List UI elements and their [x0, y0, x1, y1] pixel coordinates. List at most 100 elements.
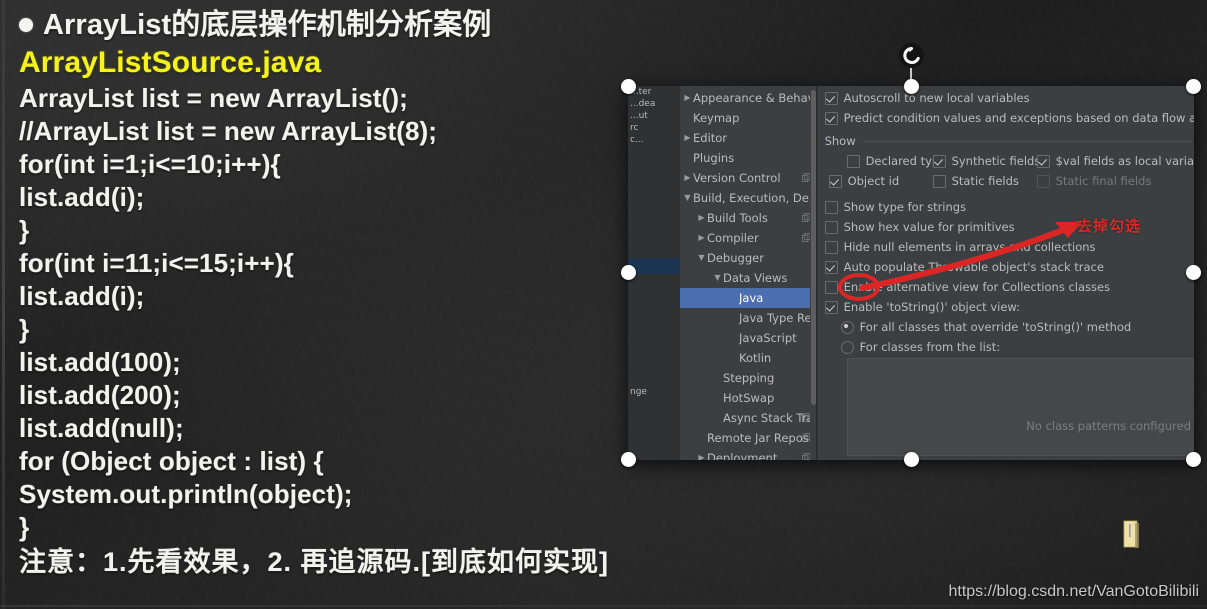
project-tree-item: nge	[630, 387, 647, 397]
radio-option-from-list[interactable]: For classes from the list:	[840, 337, 1194, 357]
radio-option-all-classes[interactable]: For all classes that override 'toString(…	[840, 317, 1194, 337]
option-hide-null[interactable]: Hide null elements in arrays and collect…	[824, 237, 1194, 257]
selection-handle-top-center[interactable]	[904, 79, 919, 94]
option-show-type-strings[interactable]: Show type for strings	[824, 197, 1194, 217]
radio-all-classes[interactable]	[840, 320, 854, 334]
selection-handle-bottom-right[interactable]	[1186, 452, 1201, 467]
radio-from-list[interactable]	[840, 340, 854, 354]
checkbox-object-id[interactable]	[828, 174, 842, 188]
code-line: for(int i=1;i<=10;i++){	[19, 149, 281, 179]
settings-nav-item[interactable]: HotSwap	[680, 388, 817, 408]
settings-nav-item-java[interactable]: Java	[680, 288, 817, 308]
option-object-id[interactable]: Object id	[828, 171, 933, 191]
code-line: //ArrayList list = new ArrayList(8);	[19, 116, 438, 146]
code-line: list.add(null);	[19, 413, 184, 443]
settings-nav-item[interactable]: ▶ Deployment	[680, 448, 817, 460]
chevron-right-icon: ▶	[684, 93, 691, 102]
settings-nav-label: Java Type Renderers	[739, 311, 817, 325]
checkbox-declared-type[interactable]	[846, 154, 860, 168]
option-synthetic-fields[interactable]: Synthetic fields	[932, 151, 1040, 171]
chevron-down-icon: ▼	[714, 273, 721, 282]
settings-nav-item[interactable]: ▶ Version Control	[680, 168, 817, 188]
option-label: Static final fields	[1055, 174, 1152, 188]
option-static-fields[interactable]: Static fields	[932, 171, 1037, 191]
option-enable-alternative-view[interactable]: Enable alternative view for Collections …	[824, 277, 1194, 297]
project-tree-item: ...ut	[630, 111, 648, 121]
option-enable-tostring[interactable]: Enable 'toString()' object view:	[824, 297, 1194, 317]
option-label: Object id	[847, 174, 900, 188]
option-predict[interactable]: Predict condition values and exceptions …	[824, 108, 1194, 128]
settings-nav-item[interactable]: Remote Jar Repositories	[680, 428, 817, 448]
option-label: Show type for strings	[843, 200, 967, 214]
selection-handle-middle-left[interactable]	[621, 265, 636, 280]
show-group-label: Show	[824, 134, 856, 148]
checkbox-static-final-fields	[1036, 174, 1050, 188]
option-label: $val fields as local variab	[1055, 154, 1194, 168]
option-val-fields[interactable]: $val fields as local variab	[1036, 151, 1194, 171]
settings-nav-item[interactable]: ▶ Editor	[680, 128, 817, 148]
board-left-frame	[2, 0, 5, 609]
show-group-header: Show	[825, 131, 1194, 151]
option-label: Synthetic fields	[951, 154, 1041, 168]
show-options-grid: Declared type Synthetic fields $val fiel…	[828, 151, 1194, 191]
settings-nav-label: Data Views	[723, 271, 788, 285]
selection-handle-bottom-center[interactable]	[904, 452, 919, 467]
checkbox-static-fields[interactable]	[932, 174, 946, 188]
debugger-java-options-pane[interactable]: Autoscroll to new local variables Predic…	[816, 86, 1194, 460]
show-options-row: Object id Static fields Static final fie…	[828, 171, 1194, 191]
checkbox-hide-null[interactable]	[824, 240, 838, 254]
selection-handle-middle-right[interactable]	[1186, 265, 1201, 280]
settings-nav-item[interactable]: Keymap	[680, 108, 817, 128]
settings-nav-item[interactable]: Plugins	[680, 148, 817, 168]
checkbox-show-type-strings[interactable]	[824, 200, 838, 214]
class-patterns-list[interactable]: No class patterns configured	[846, 358, 1194, 456]
checkbox-val-fields[interactable]	[1036, 154, 1050, 168]
settings-nav-item[interactable]: Async Stack Traces	[680, 408, 817, 428]
slide-bullet-title: ArrayList的底层操作机制分析案例	[19, 6, 639, 44]
settings-nav-item[interactable]: Stepping	[680, 368, 817, 388]
settings-nav-item[interactable]: ▼ Build, Execution, Deployment	[680, 188, 817, 208]
code-line: }	[19, 314, 30, 344]
settings-nav-label: Build, Execution, Deployment	[693, 191, 817, 205]
checkbox-enable-tostring[interactable]	[824, 300, 838, 314]
option-auto-populate[interactable]: Auto populate Throwable object's stack t…	[824, 257, 1194, 277]
settings-nav-item[interactable]: ▶ Build Tools	[680, 208, 817, 228]
code-line: }	[19, 215, 30, 245]
settings-nav-item[interactable]: Java Type Renderers	[680, 308, 817, 328]
project-tree-item	[628, 146, 680, 158]
checkbox-autoscroll[interactable]	[824, 91, 838, 105]
code-line: ArrayList list = new ArrayList();	[19, 83, 408, 113]
checkbox-enable-alternative-view[interactable]	[824, 280, 838, 294]
selection-handle-top-right[interactable]	[1186, 79, 1201, 94]
settings-dialog[interactable]: ▶ Appearance & Behavior Keymap ▶ Editor …	[680, 86, 1194, 460]
bullet-dot-icon	[19, 18, 33, 32]
settings-nav-item[interactable]: ▼ Data Views	[680, 268, 817, 288]
settings-nav-item[interactable]: JavaScript	[680, 328, 817, 348]
settings-nav-label: Keymap	[693, 111, 740, 125]
settings-nav-label: Java	[739, 291, 764, 305]
settings-nav-label: Appearance & Behavior	[693, 91, 817, 105]
project-tree-item	[628, 158, 680, 170]
checkbox-auto-populate[interactable]	[824, 260, 838, 274]
code-line: list.add(i);	[19, 182, 145, 212]
option-label: Enable 'toString()' object view:	[843, 300, 1021, 314]
settings-nav-item[interactable]: ▼ Debugger	[680, 248, 817, 268]
option-autoscroll[interactable]: Autoscroll to new local variables	[824, 88, 1194, 108]
option-declared-type[interactable]: Declared type	[846, 151, 946, 171]
rotate-icon[interactable]	[899, 43, 924, 68]
settings-nav-item[interactable]: ▶ Compiler	[680, 228, 817, 248]
selection-handle-bottom-left[interactable]	[621, 452, 636, 467]
checkbox-predict[interactable]	[824, 111, 838, 125]
code-line: for (Object object : list) {	[19, 446, 324, 476]
code-line: }	[19, 512, 30, 542]
checkbox-show-hex[interactable]	[824, 220, 838, 234]
settings-nav-label: Compiler	[707, 231, 759, 245]
ide-settings-screenshot[interactable]: ...ter ...dea ...ut rc c... nge ▶ Appear…	[628, 86, 1194, 460]
code-line: list.add(200);	[19, 380, 181, 410]
settings-nav-item[interactable]: Kotlin	[680, 348, 817, 368]
selection-handle-top-left[interactable]	[621, 79, 636, 94]
checkbox-synthetic-fields[interactable]	[932, 154, 946, 168]
settings-nav-tree[interactable]: ▶ Appearance & Behavior Keymap ▶ Editor …	[680, 86, 817, 460]
settings-nav-item[interactable]: ▶ Appearance & Behavior	[680, 88, 817, 108]
chevron-right-icon: ▶	[684, 133, 691, 142]
